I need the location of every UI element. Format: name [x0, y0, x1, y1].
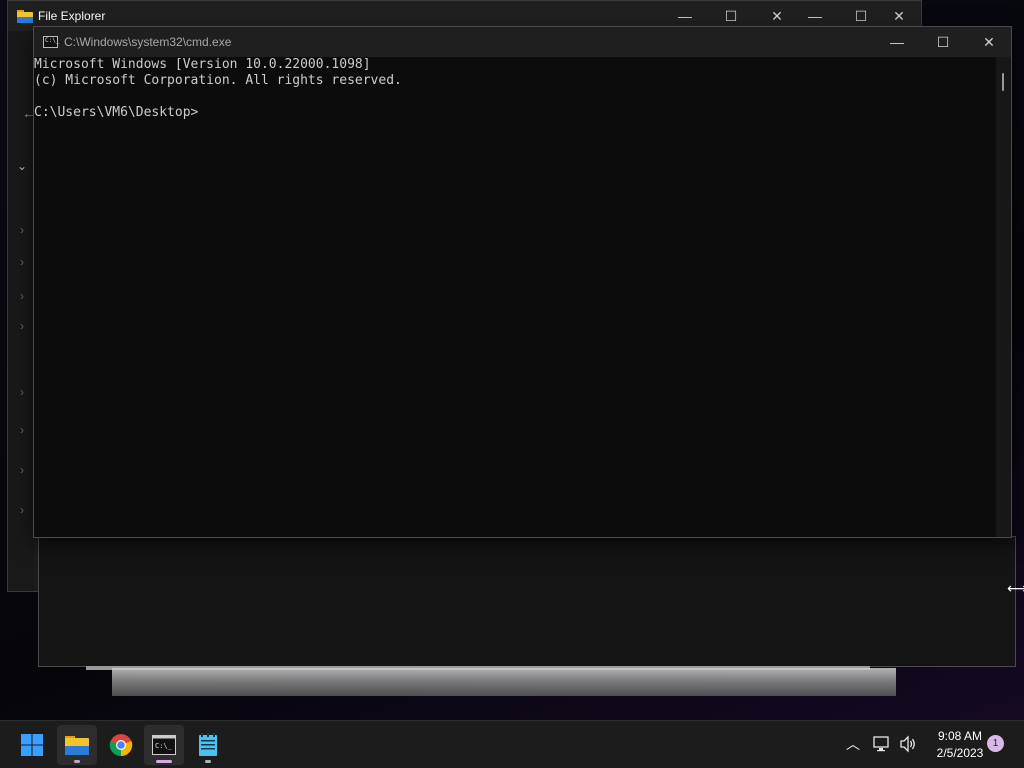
- console-prompt[interactable]: C:\Users\VM6\Desktop>: [34, 105, 198, 121]
- active-indicator: [156, 760, 172, 763]
- volume-icon[interactable]: [899, 735, 917, 753]
- svg-text:C:\_: C:\_: [155, 742, 173, 750]
- running-indicator: [74, 760, 80, 763]
- close-button[interactable]: ✕: [966, 27, 1012, 57]
- cmd-titlebar[interactable]: C:\_ C:\Windows\system32\cmd.exe — ☐ ✕: [34, 27, 1011, 57]
- window-snap-preview: [112, 668, 896, 696]
- chevron-right-icon[interactable]: ›: [20, 223, 24, 237]
- network-icon[interactable]: [873, 735, 891, 753]
- cmd-window[interactable]: C:\_ C:\Windows\system32\cmd.exe — ☐ ✕ M…: [33, 26, 1012, 538]
- running-indicator: [205, 760, 211, 763]
- terminal-icon: C:\_: [43, 36, 59, 48]
- notepad-icon: [199, 733, 217, 756]
- console-output[interactable]: Microsoft Windows [Version 10.0.22000.10…: [34, 57, 995, 537]
- taskbar-chrome[interactable]: [101, 725, 141, 765]
- taskbar-file-explorer[interactable]: [57, 725, 97, 765]
- file-explorer-nav-pane: ← ⌄ › › › › › › › ›: [8, 31, 36, 591]
- maximize-button[interactable]: ☐: [920, 27, 966, 57]
- chevron-right-icon[interactable]: ›: [20, 255, 24, 269]
- console-line: (c) Microsoft Corporation. All rights re…: [34, 73, 402, 88]
- vertical-scrollbar[interactable]: [996, 57, 1011, 537]
- folder-icon: [17, 10, 33, 23]
- taskbar: C:\_ ︿ 9:08 AM 2/5/2023: [0, 720, 1024, 768]
- cmd-title: C:\Windows\system32\cmd.exe: [64, 35, 232, 49]
- terminal-icon: C:\_: [152, 735, 176, 755]
- console-line: Microsoft Windows [Version 10.0.22000.10…: [34, 57, 371, 72]
- scrollbar-thumb[interactable]: [1002, 73, 1004, 91]
- taskbar-notepad[interactable]: [188, 725, 228, 765]
- clock-date[interactable]: 2/5/2023: [930, 746, 990, 760]
- notification-badge[interactable]: 1: [987, 735, 1004, 752]
- chevron-right-icon[interactable]: ›: [20, 503, 24, 517]
- file-explorer-title: File Explorer: [38, 9, 106, 23]
- chevron-right-icon[interactable]: ›: [20, 423, 24, 437]
- chevron-right-icon[interactable]: ›: [20, 463, 24, 477]
- show-hidden-icons-chevron-icon[interactable]: ︿: [846, 734, 860, 754]
- folder-icon: [65, 736, 89, 755]
- chevron-down-icon[interactable]: ⌄: [17, 159, 27, 173]
- chevron-right-icon[interactable]: ›: [20, 289, 24, 303]
- chrome-icon: [109, 734, 133, 757]
- resize-cursor-icon: ⟷: [1007, 580, 1024, 596]
- minimize-button[interactable]: —: [874, 27, 920, 57]
- chevron-right-icon[interactable]: ›: [20, 319, 24, 333]
- windows-logo-icon: [21, 734, 43, 756]
- taskbar-command-prompt[interactable]: C:\_: [144, 725, 184, 765]
- start-button[interactable]: [12, 725, 52, 765]
- chevron-right-icon[interactable]: ›: [20, 385, 24, 399]
- clock-time[interactable]: 9:08 AM: [930, 729, 990, 743]
- dragged-window-outline: [38, 536, 1016, 667]
